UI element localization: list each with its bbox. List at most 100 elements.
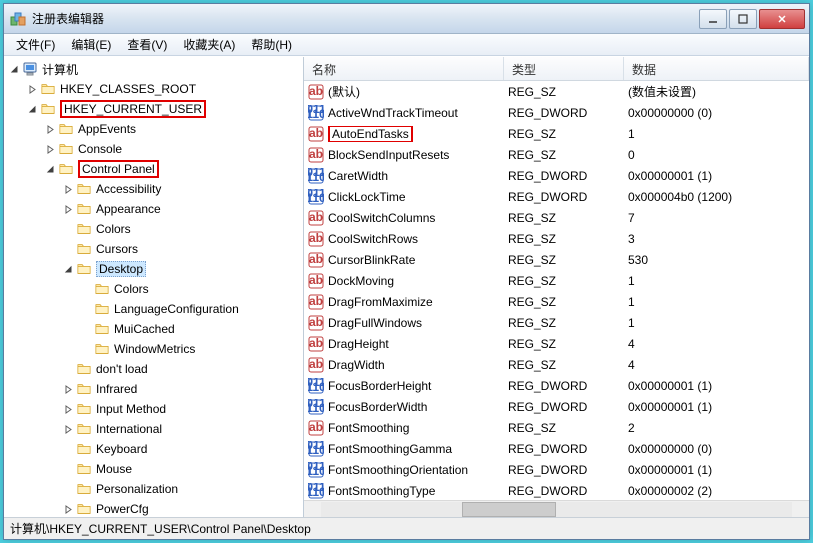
close-button[interactable]	[759, 9, 805, 29]
horizontal-scrollbar[interactable]	[304, 500, 809, 517]
list-row[interactable]: CaretWidthREG_DWORD0x00000001 (1)	[304, 165, 809, 186]
tree-node[interactable]: Accessibility	[4, 179, 303, 199]
tree-node[interactable]: PowerCfg	[4, 499, 303, 517]
list-row[interactable]: DragFullWindowsREG_SZ1	[304, 312, 809, 333]
string-value-icon	[308, 336, 324, 352]
list-row[interactable]: CoolSwitchColumnsREG_SZ7	[304, 207, 809, 228]
minimize-button[interactable]	[699, 9, 727, 29]
expand-icon[interactable]	[44, 143, 56, 155]
tree-node[interactable]: HKEY_CLASSES_ROOT	[4, 79, 303, 99]
tree-node[interactable]: International	[4, 419, 303, 439]
list-row[interactable]: FontSmoothingOrientationREG_DWORD0x00000…	[304, 459, 809, 480]
tree-label: Colors	[96, 222, 131, 236]
expand-icon[interactable]	[62, 423, 74, 435]
folder-icon	[58, 142, 74, 156]
collapse-icon[interactable]	[62, 263, 74, 275]
expand-icon[interactable]	[26, 83, 38, 95]
value-data: 0x00000001 (1)	[628, 400, 809, 414]
titlebar[interactable]: 注册表编辑器	[4, 4, 809, 34]
tree-node[interactable]: Colors	[4, 279, 303, 299]
menu-item[interactable]: 编辑(E)	[63, 34, 119, 55]
list-row[interactable]: FocusBorderHeightREG_DWORD0x00000001 (1)	[304, 375, 809, 396]
column-header-type[interactable]: 类型	[504, 57, 624, 80]
collapse-icon[interactable]	[44, 163, 56, 175]
list-row[interactable]: AutoEndTasksREG_SZ1	[304, 123, 809, 144]
window-title: 注册表编辑器	[32, 10, 697, 27]
tree-node[interactable]: don't load	[4, 359, 303, 379]
list-row[interactable]: DockMovingREG_SZ1	[304, 270, 809, 291]
binary-value-icon	[308, 483, 324, 499]
tree-node[interactable]: Console	[4, 139, 303, 159]
value-type: REG_SZ	[508, 253, 628, 267]
list-row[interactable]: DragFromMaximizeREG_SZ1	[304, 291, 809, 312]
tree-node[interactable]: Appearance	[4, 199, 303, 219]
column-header-name[interactable]: 名称	[304, 57, 504, 80]
value-name: DragFullWindows	[328, 316, 422, 330]
list-row[interactable]: ActiveWndTrackTimeoutREG_DWORD0x00000000…	[304, 102, 809, 123]
binary-value-icon	[308, 189, 324, 205]
tree-label: HKEY_CURRENT_USER	[60, 100, 206, 118]
tree-node[interactable]: Control Panel	[4, 159, 303, 179]
column-header-data[interactable]: 数据	[624, 57, 809, 80]
scrollbar-thumb[interactable]	[462, 502, 556, 517]
tree-node[interactable]: Cursors	[4, 239, 303, 259]
list-row[interactable]: BlockSendInputResetsREG_SZ0	[304, 144, 809, 165]
expand-icon[interactable]	[62, 203, 74, 215]
expand-icon[interactable]	[62, 503, 74, 515]
binary-value-icon	[308, 441, 324, 457]
maximize-button[interactable]	[729, 9, 757, 29]
folder-icon	[94, 342, 110, 356]
tree-node[interactable]: WindowMetrics	[4, 339, 303, 359]
value-data: 0	[628, 148, 809, 162]
tree-node[interactable]: 计算机	[4, 59, 303, 79]
expand-icon[interactable]	[62, 183, 74, 195]
tree-node[interactable]: HKEY_CURRENT_USER	[4, 99, 303, 119]
menu-item[interactable]: 收藏夹(A)	[175, 34, 243, 55]
list-row[interactable]: DragWidthREG_SZ4	[304, 354, 809, 375]
list-row[interactable]: CursorBlinkRateREG_SZ530	[304, 249, 809, 270]
tree-panel[interactable]: 计算机HKEY_CLASSES_ROOTHKEY_CURRENT_USERApp…	[4, 57, 304, 517]
value-name: FontSmoothingGamma	[328, 442, 452, 456]
menu-item[interactable]: 查看(V)	[119, 34, 175, 55]
list-row[interactable]: ClickLockTimeREG_DWORD0x000004b0 (1200)	[304, 186, 809, 207]
tree-label: Control Panel	[78, 160, 159, 178]
tree-node[interactable]: AppEvents	[4, 119, 303, 139]
tree-node[interactable]: LanguageConfiguration	[4, 299, 303, 319]
tree-label: Cursors	[96, 242, 138, 256]
collapse-icon[interactable]	[8, 63, 20, 75]
list-row[interactable]: FocusBorderWidthREG_DWORD0x00000001 (1)	[304, 396, 809, 417]
tree-node[interactable]: Desktop	[4, 259, 303, 279]
list-row[interactable]: FontSmoothingTypeREG_DWORD0x00000002 (2)	[304, 480, 809, 500]
tree-node[interactable]: MuiCached	[4, 319, 303, 339]
list-row[interactable]: FontSmoothingGammaREG_DWORD0x00000000 (0…	[304, 438, 809, 459]
string-value-icon	[308, 147, 324, 163]
expand-icon[interactable]	[62, 383, 74, 395]
expand-icon[interactable]	[44, 123, 56, 135]
folder-icon	[40, 82, 56, 96]
tree-node[interactable]: Mouse	[4, 459, 303, 479]
value-type: REG_SZ	[508, 316, 628, 330]
value-type: REG_SZ	[508, 274, 628, 288]
list-row[interactable]: (默认)REG_SZ(数值未设置)	[304, 81, 809, 102]
value-type: REG_SZ	[508, 337, 628, 351]
string-value-icon	[308, 315, 324, 331]
tree-node[interactable]: Input Method	[4, 399, 303, 419]
tree-label: Keyboard	[96, 442, 147, 456]
tree-node[interactable]: Keyboard	[4, 439, 303, 459]
tree-label: 计算机	[42, 61, 78, 78]
list-body[interactable]: (默认)REG_SZ(数值未设置)ActiveWndTrackTimeoutRE…	[304, 81, 809, 500]
menu-item[interactable]: 文件(F)	[8, 34, 63, 55]
value-name: CoolSwitchColumns	[328, 211, 435, 225]
tree-label: HKEY_CLASSES_ROOT	[60, 82, 196, 96]
folder-icon	[94, 302, 110, 316]
expand-icon[interactable]	[62, 403, 74, 415]
list-row[interactable]: DragHeightREG_SZ4	[304, 333, 809, 354]
tree-node[interactable]: Infrared	[4, 379, 303, 399]
collapse-icon[interactable]	[26, 103, 38, 115]
tree-node[interactable]: Personalization	[4, 479, 303, 499]
list-row[interactable]: FontSmoothingREG_SZ2	[304, 417, 809, 438]
list-row[interactable]: CoolSwitchRowsREG_SZ3	[304, 228, 809, 249]
tree-node[interactable]: Colors	[4, 219, 303, 239]
menu-item[interactable]: 帮助(H)	[243, 34, 300, 55]
value-type: REG_DWORD	[508, 169, 628, 183]
